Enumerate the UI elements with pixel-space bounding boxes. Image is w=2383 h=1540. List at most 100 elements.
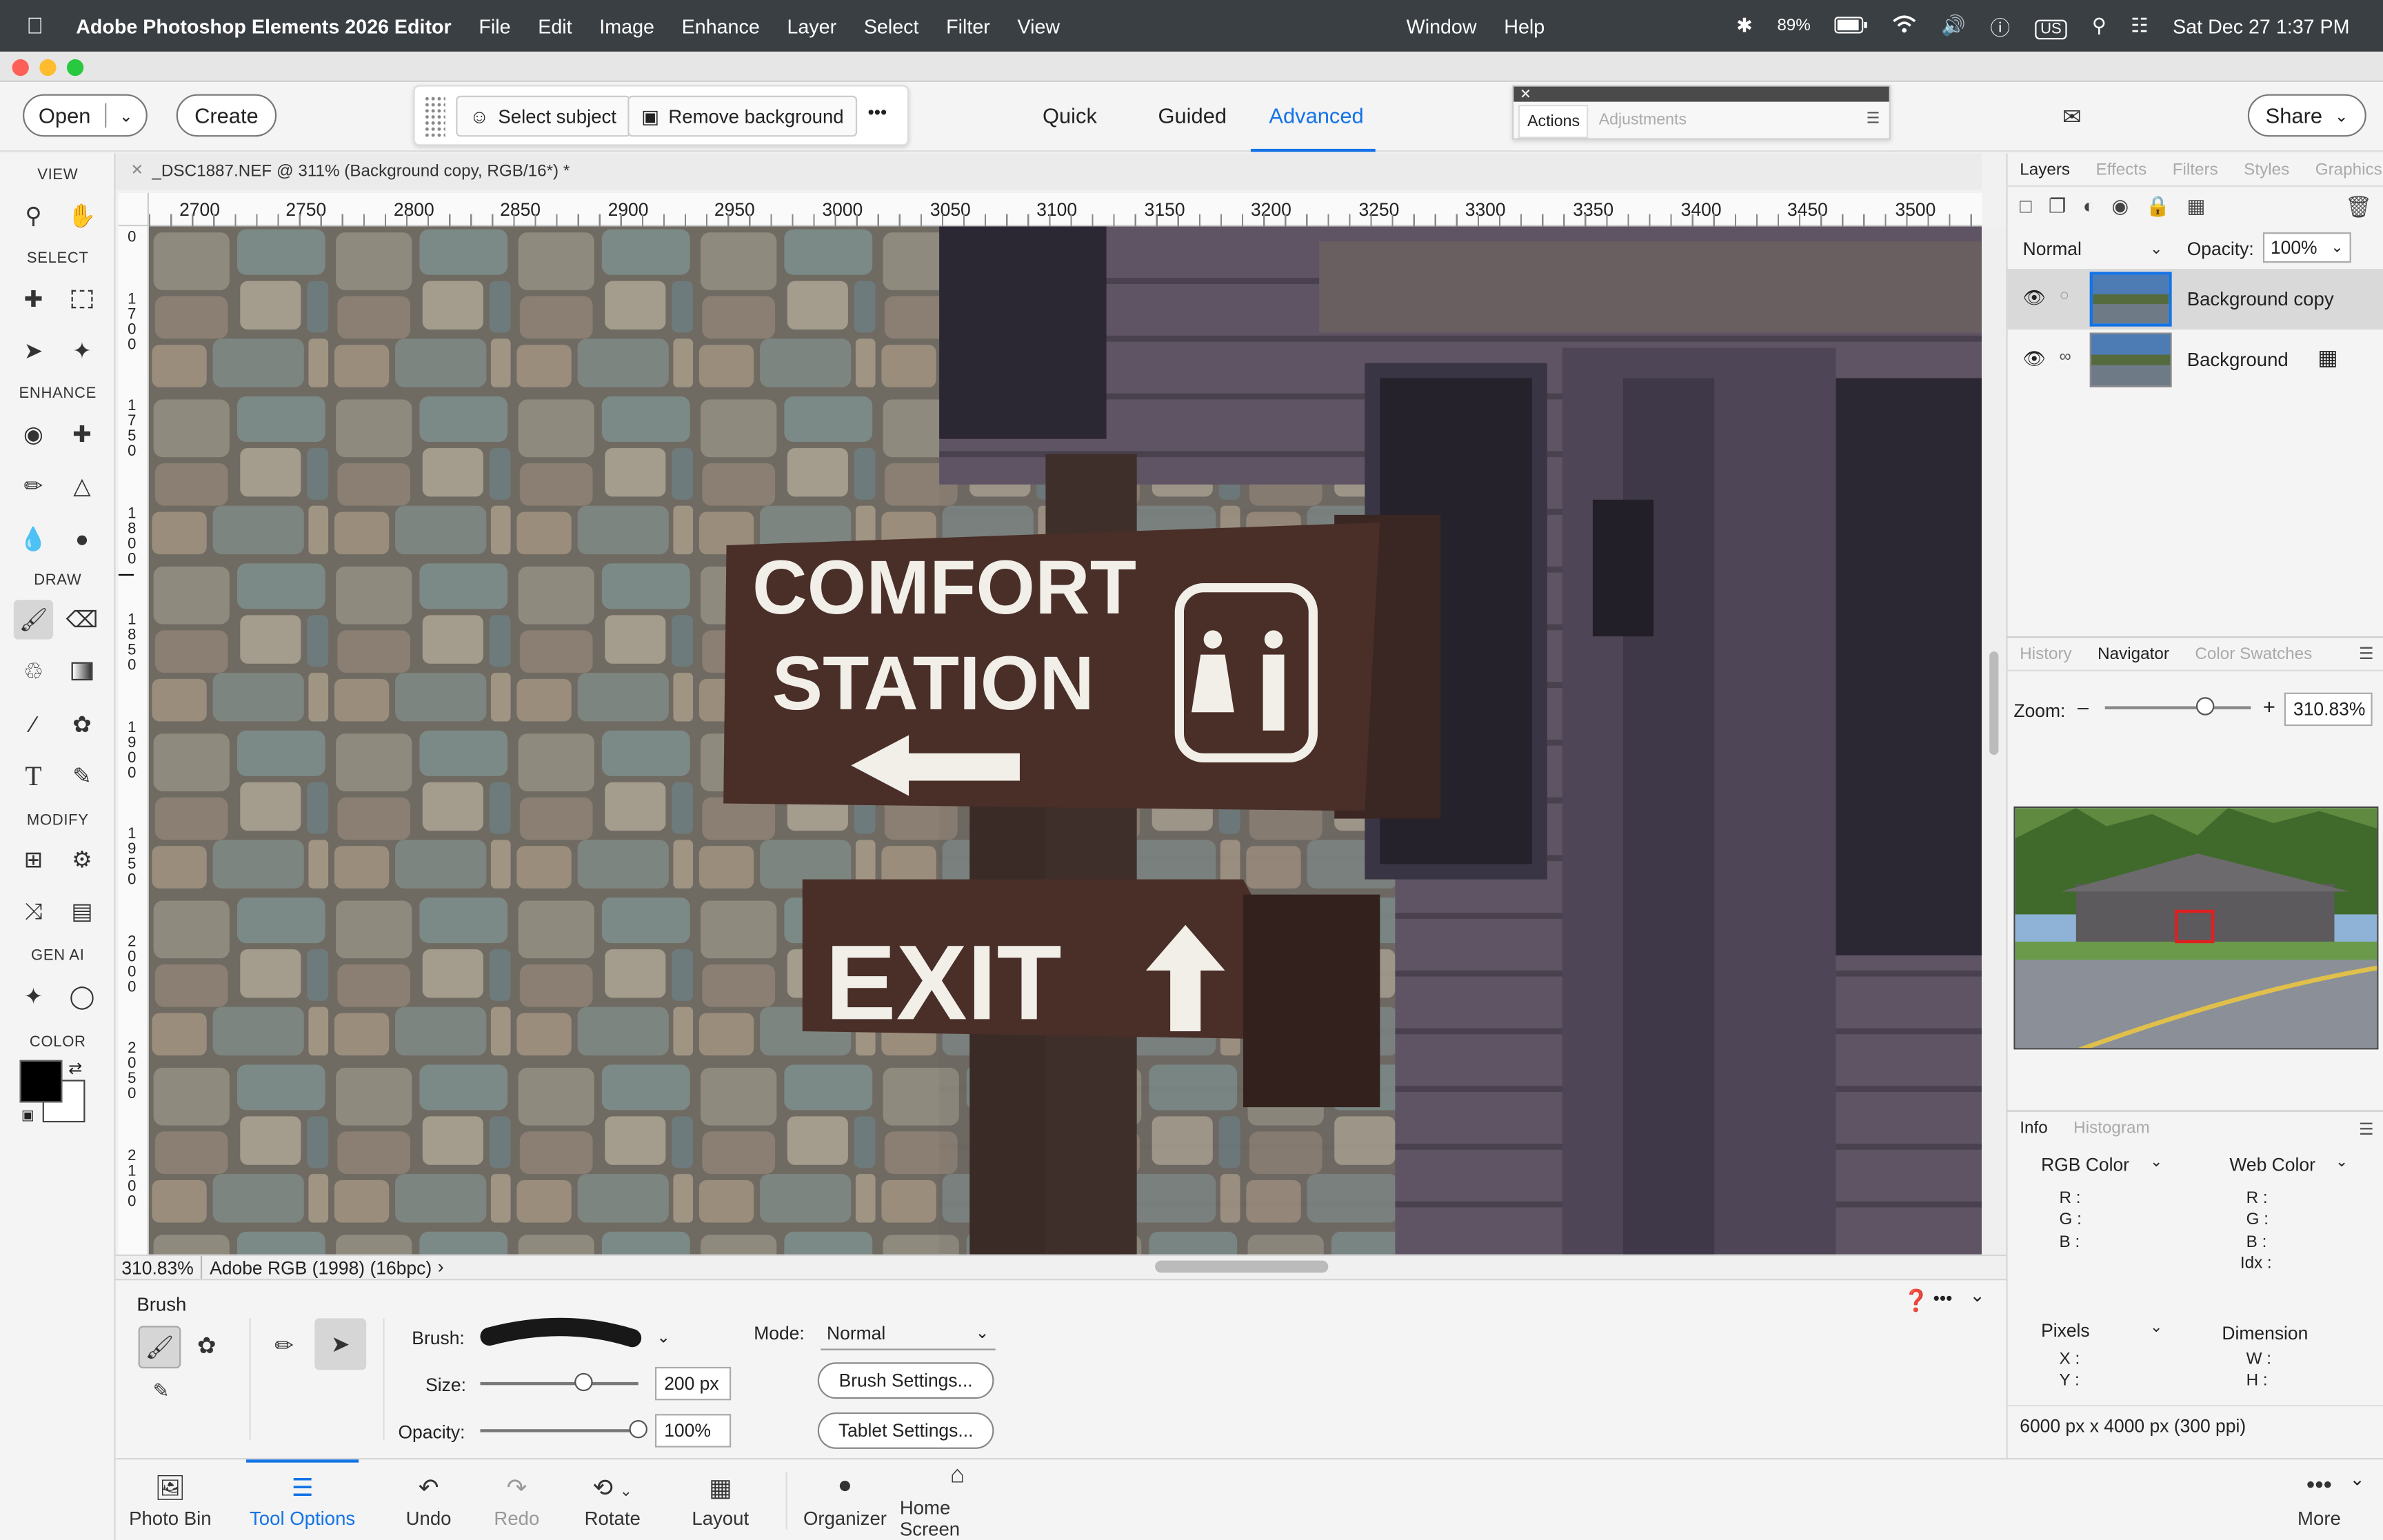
visibility-eye-icon[interactable]: 👁: [2023, 287, 2047, 308]
volume-icon[interactable]: 🔊: [1929, 14, 1978, 38]
menu-enhance[interactable]: Enhance: [668, 14, 774, 37]
default-colors-icon[interactable]: ▣: [21, 1107, 34, 1124]
opacity-input[interactable]: 100%: [654, 1414, 732, 1448]
straighten-tool-icon[interactable]: ▤: [62, 891, 101, 931]
opacity-input[interactable]: 100% ⌄: [2262, 232, 2351, 263]
menu-help[interactable]: Help: [1490, 14, 1558, 37]
layer-row[interactable]: 👁 ○ Background copy: [2007, 268, 2383, 330]
tab-navigator[interactable]: Navigator: [2098, 645, 2169, 662]
color-mode-1-select[interactable]: RGB Color ⌄: [2041, 1154, 2162, 1175]
brush-mode-icon[interactable]: ✏: [265, 1326, 304, 1365]
layout-button[interactable]: ▦ Layout: [684, 1459, 757, 1540]
eraser-tool-icon[interactable]: ⌫: [62, 600, 101, 639]
document-canvas[interactable]: COMFORT STATION EXIT: [149, 226, 1982, 1255]
menu-window[interactable]: Window: [1393, 14, 1491, 37]
visibility-eye-icon[interactable]: 👁: [2023, 348, 2047, 369]
close-tab-icon[interactable]: ✕: [131, 163, 143, 179]
organizer-button[interactable]: ● Organizer: [803, 1459, 887, 1540]
mode-select[interactable]: Normal ⌄: [821, 1317, 996, 1350]
red-eye-tool-icon[interactable]: ◉: [14, 414, 53, 454]
chevron-right-icon[interactable]: ›: [438, 1256, 444, 1277]
menu-view[interactable]: View: [1004, 14, 1074, 37]
input-source[interactable]: US: [2022, 14, 2080, 39]
delete-layer-icon[interactable]: 🗑: [2345, 194, 2372, 220]
opacity-slider-track[interactable]: [480, 1429, 639, 1432]
layer-link-icon[interactable]: ○: [2060, 287, 2070, 305]
app-menu[interactable]: Adobe Photoshop Elements 2026 Editor: [70, 14, 465, 37]
redo-button[interactable]: ↷ Redo: [486, 1459, 547, 1540]
zoom-input[interactable]: 310.83%: [2284, 692, 2373, 727]
more-actions-icon[interactable]: •••: [868, 102, 887, 123]
zoom-out-icon[interactable]: –: [2078, 696, 2089, 718]
magic-wand-icon[interactable]: ✦: [62, 331, 101, 370]
menu-image[interactable]: Image: [585, 14, 667, 37]
recompose-tool-icon[interactable]: ⚙: [62, 840, 101, 879]
close-window-icon[interactable]: [12, 59, 29, 77]
hand-tool-icon[interactable]: ✋: [62, 196, 101, 235]
tab-color-swatches[interactable]: Color Swatches: [2195, 645, 2312, 662]
spotlight-icon[interactable]: ⚲: [2080, 14, 2118, 38]
create-button[interactable]: Create: [176, 94, 277, 137]
clone-stamp-icon[interactable]: △: [62, 466, 101, 505]
brush-preset-picker[interactable]: ⌄: [480, 1314, 672, 1359]
custom-shape-icon[interactable]: ✿: [62, 705, 101, 744]
tab-history[interactable]: History: [2020, 645, 2071, 662]
tab-guided[interactable]: Guided: [1158, 103, 1227, 128]
rotate-button[interactable]: ⟲ ⌄ Rotate: [574, 1459, 650, 1540]
ruler-origin[interactable]: [118, 192, 150, 227]
vertical-ruler[interactable]: 0 1700 1750 1800 1850 1900 1950 2000 205…: [118, 226, 150, 1255]
vertical-scrollbar[interactable]: [1982, 226, 2007, 1255]
brush-tool-icon[interactable]: 🖌: [13, 600, 54, 640]
apple-menu-icon[interactable]: : [0, 13, 70, 39]
home-screen-button[interactable]: ⌂ Home Screen: [900, 1459, 1016, 1540]
panel-menu-icon[interactable]: ☰: [2359, 644, 2374, 663]
tab-layers[interactable]: Layers: [2020, 160, 2070, 178]
menu-filter[interactable]: Filter: [932, 14, 1003, 37]
gradient-tool-icon[interactable]: [62, 651, 101, 691]
crop-tool-icon[interactable]: ⊞: [14, 840, 53, 879]
sponge-tool-icon[interactable]: ●: [62, 519, 101, 558]
tablet-settings-button[interactable]: Tablet Settings...: [817, 1412, 994, 1449]
paint-bucket-icon[interactable]: ♲: [14, 651, 53, 691]
minimize-window-icon[interactable]: [39, 59, 57, 77]
zoom-window-icon[interactable]: [66, 59, 84, 77]
remove-background-button[interactable]: ▣ Remove background: [627, 95, 858, 137]
battery-icon[interactable]: [1823, 14, 1881, 37]
swap-colors-icon[interactable]: ⇄: [68, 1059, 82, 1078]
marquee-tool-icon[interactable]: [62, 279, 101, 318]
layer-row[interactable]: 👁 ∞ Background ▦: [2008, 330, 2383, 390]
lasso-tool-icon[interactable]: ➤: [14, 331, 53, 370]
panel-menu-icon[interactable]: ☰: [2359, 1119, 2374, 1138]
undo-button[interactable]: ↶ Undo: [398, 1459, 459, 1540]
select-subject-button[interactable]: ☺ Select subject: [456, 95, 630, 137]
generative-background-icon[interactable]: ◯: [62, 977, 101, 1016]
units-select[interactable]: Pixels ⌄: [2041, 1320, 2162, 1341]
tab-histogram[interactable]: Histogram: [2073, 1119, 2149, 1137]
drag-handle-icon[interactable]: [423, 95, 445, 139]
photo-bin-button[interactable]: 🖼 Photo Bin: [119, 1459, 222, 1540]
lock-transparent-icon[interactable]: ▦: [2317, 345, 2337, 370]
chevron-down-icon[interactable]: ⌄: [2350, 1468, 2365, 1490]
opacity-slider-handle[interactable]: [629, 1419, 647, 1439]
brush-variant-icon[interactable]: 🖌: [138, 1326, 181, 1369]
layer-mask-icon[interactable]: ◉: [2111, 194, 2129, 219]
close-icon[interactable]: ✕: [1514, 86, 1889, 102]
size-input[interactable]: 200 px: [654, 1366, 732, 1401]
navigator-preview[interactable]: [2013, 806, 2379, 1050]
chevron-down-icon[interactable]: ⌄: [1970, 1285, 1985, 1306]
open-button[interactable]: Open ⌄: [23, 94, 148, 137]
adjustment-layer-icon[interactable]: ◐: [2083, 194, 2095, 219]
move-tool-icon[interactable]: ✚: [14, 279, 53, 318]
layer-name[interactable]: Background copy: [2187, 289, 2334, 310]
tab-graphics[interactable]: Graphics: [2315, 160, 2382, 178]
tab-info[interactable]: Info: [2020, 1119, 2047, 1137]
type-tool-icon[interactable]: T: [14, 756, 53, 796]
tab-advanced[interactable]: Advanced: [1269, 103, 1363, 128]
wifi-icon[interactable]: [1880, 14, 1929, 37]
clock[interactable]: Sat Dec 27 1:37 PM: [2160, 14, 2362, 37]
control-center-icon[interactable]: ☷: [2119, 14, 2161, 38]
help-icon[interactable]: ❓: [1903, 1288, 1929, 1313]
menu-select[interactable]: Select: [850, 14, 932, 37]
tab-filters[interactable]: Filters: [2173, 160, 2218, 178]
more-options-icon[interactable]: •••: [1933, 1288, 1953, 1309]
